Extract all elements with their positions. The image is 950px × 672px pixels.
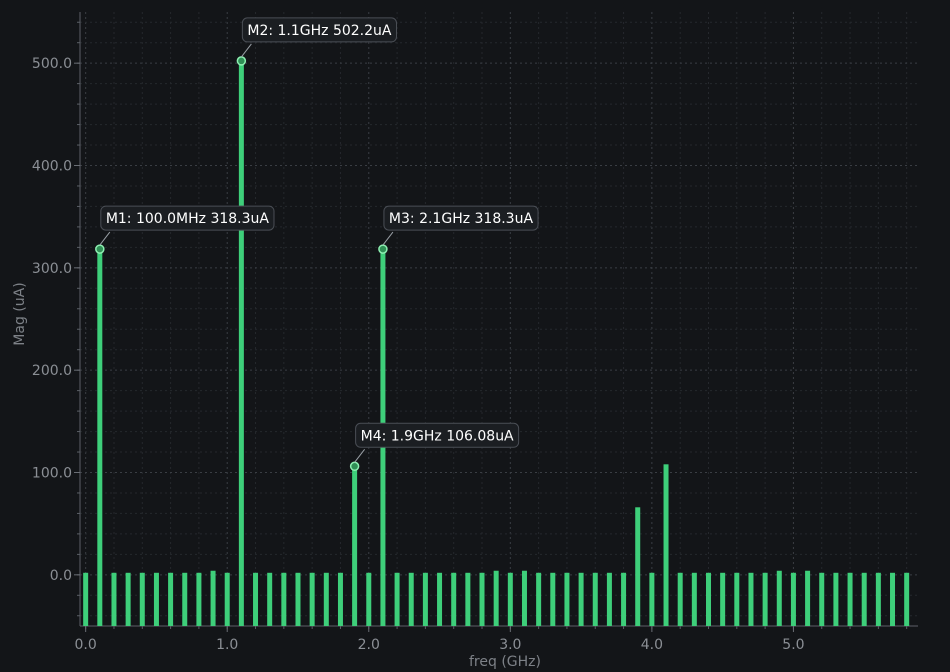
y-tick-label: 100.0 <box>32 466 72 482</box>
bar <box>451 572 457 626</box>
x-tick-label: 2.0 <box>358 637 380 653</box>
bar <box>691 572 697 626</box>
x-tick-label: 3.0 <box>499 637 521 653</box>
grid-lines <box>80 12 918 626</box>
markers[interactable]: M1: 100.0MHz 318.3uA M2: 1.1GHz 502.2uA M3… <box>95 17 539 472</box>
marker-label: M3: 2.1GHz 318.3uA <box>389 211 534 227</box>
bar <box>833 572 839 626</box>
marker-4[interactable]: M4: 1.9GHz 106.08uA <box>349 422 520 472</box>
bars <box>83 60 910 627</box>
marker-dot <box>378 244 388 254</box>
bar <box>663 464 669 626</box>
bar <box>281 572 287 626</box>
bar <box>578 572 584 626</box>
bar <box>125 572 131 626</box>
bar <box>904 572 910 626</box>
marker-leader <box>382 231 394 246</box>
bar <box>550 572 556 626</box>
bar <box>748 572 754 626</box>
bar <box>153 572 159 626</box>
bar <box>776 570 782 626</box>
axes: 0.0 100.0 200.0 300.0 400.0 500.0 0.0 1.0 2.0 3.0… <box>32 12 918 653</box>
marker-leader <box>99 231 111 246</box>
bar <box>890 572 896 626</box>
bar <box>267 572 273 626</box>
bar <box>366 572 372 626</box>
bar <box>111 572 117 626</box>
x-tick-label: 5.0 <box>782 637 804 653</box>
bar <box>238 60 244 626</box>
y-axis-title: Mag (uA) <box>12 282 28 345</box>
spectrum-chart: 0.0 100.0 200.0 300.0 400.0 500.0 0.0 1.0 2.0 3.0… <box>12 12 918 670</box>
marker-label: M2: 1.1GHz 502.2uA <box>247 23 392 39</box>
bar <box>805 570 811 626</box>
bar <box>819 572 825 626</box>
marker-label: M4: 1.9GHz 106.08uA <box>361 428 514 444</box>
bar <box>536 572 542 626</box>
bar <box>677 572 683 626</box>
y-tick-label: 200.0 <box>32 363 72 379</box>
bar <box>606 572 612 626</box>
marker-label: M1: 100.0MHz 318.3uA <box>106 211 270 227</box>
marker-dot <box>95 244 105 254</box>
marker-leader <box>354 448 366 463</box>
bar <box>408 572 414 626</box>
bar <box>479 572 485 626</box>
x-axis-title: freq (GHz) <box>469 654 541 670</box>
bar <box>437 572 443 626</box>
bar <box>592 572 598 626</box>
marker-3[interactable]: M3: 2.1GHz 318.3uA <box>378 205 539 254</box>
marker-2[interactable]: M2: 1.1GHz 502.2uA <box>236 17 397 66</box>
bar <box>706 572 711 626</box>
bar <box>649 572 655 626</box>
bar <box>323 572 329 626</box>
bar <box>720 572 726 626</box>
x-tick-label: 4.0 <box>641 637 663 653</box>
bar <box>507 572 513 626</box>
bar <box>83 572 89 626</box>
x-tick-label: 1.0 <box>216 637 238 653</box>
marker-dot <box>236 56 247 66</box>
bar <box>196 572 202 626</box>
bar <box>224 572 230 626</box>
bar <box>847 572 853 626</box>
bar <box>253 572 259 626</box>
bar <box>734 572 740 626</box>
y-tick-label: 0.0 <box>50 568 72 584</box>
bar <box>521 570 527 626</box>
bar <box>762 572 768 626</box>
bar <box>564 572 570 626</box>
bar <box>97 249 103 627</box>
bar <box>621 572 627 626</box>
bar <box>182 572 188 626</box>
bar <box>635 507 641 626</box>
marker-1[interactable]: M1: 100.0MHz 318.3uA <box>95 205 275 254</box>
marker-leader <box>240 43 252 58</box>
marker-dot <box>349 461 360 472</box>
bar <box>295 572 301 626</box>
bar <box>465 572 471 626</box>
bar <box>352 466 358 626</box>
bar <box>875 572 881 626</box>
bar <box>861 572 867 626</box>
bar <box>394 572 400 626</box>
y-tick-label: 300.0 <box>32 261 72 277</box>
bar <box>337 572 343 626</box>
x-tick-label: 0.0 <box>75 637 97 653</box>
bar <box>790 572 796 626</box>
bar <box>422 572 428 626</box>
bar <box>168 572 174 626</box>
bar <box>139 572 145 626</box>
bar <box>210 570 216 626</box>
bar <box>309 572 315 626</box>
bar <box>493 570 499 626</box>
y-tick-label: 500.0 <box>32 56 72 72</box>
y-tick-label: 400.0 <box>32 159 72 175</box>
